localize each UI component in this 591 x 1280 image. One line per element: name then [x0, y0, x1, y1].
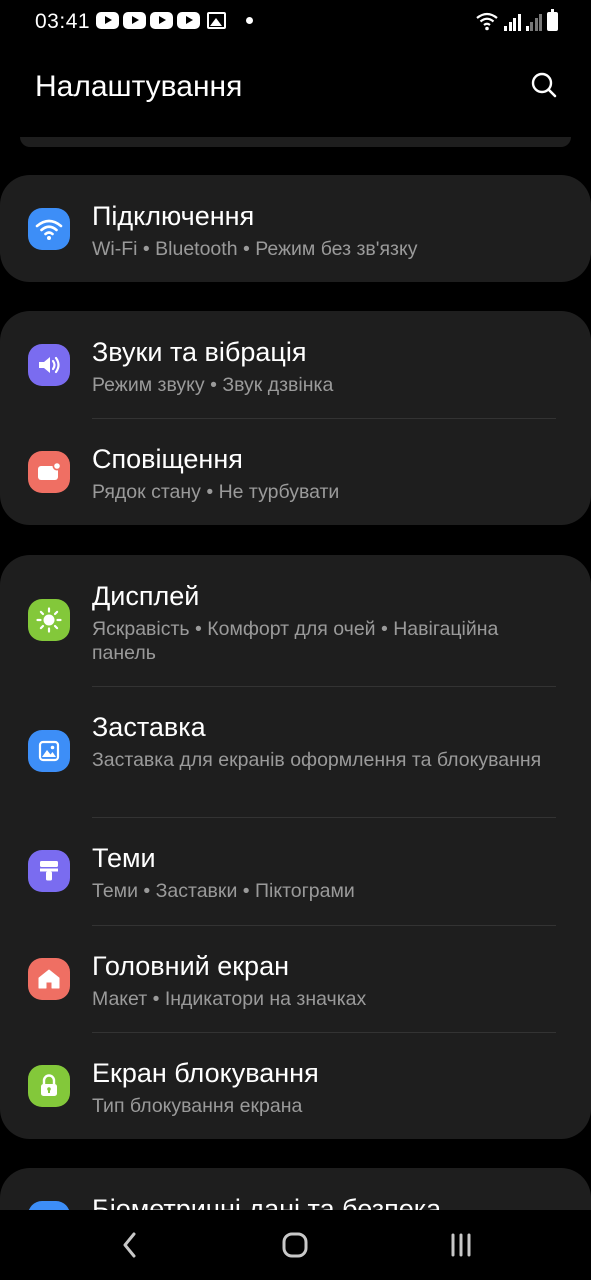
- settings-item-title: Сповіщення: [92, 444, 243, 474]
- settings-item-display[interactable]: Дисплей Яскравість • Комфорт для очей • …: [0, 555, 591, 686]
- settings-group-sounds: Звуки та вібрація Режим звуку • Звук дзв…: [0, 311, 591, 525]
- back-button[interactable]: [108, 1228, 152, 1262]
- notification-icon: [28, 451, 70, 493]
- navigation-bar: [0, 1210, 591, 1280]
- home-button-icon: [282, 1232, 308, 1258]
- brightness-icon: [28, 599, 70, 641]
- settings-item-subtitle: Тип блокування екрана: [92, 1095, 303, 1117]
- settings-group-connections: Підключення Wi-Fi • Bluetooth • Режим бе…: [0, 175, 591, 282]
- settings-screen: 03:41 Налаштування Підключення Wi-Fi • B…: [0, 0, 591, 1280]
- settings-item-title: Звуки та вібрація: [92, 337, 307, 367]
- system-icons: [475, 9, 558, 31]
- previous-card-edge: [20, 137, 571, 147]
- back-icon: [123, 1232, 136, 1258]
- search-icon: [531, 72, 557, 98]
- theme-brush-icon: [28, 850, 70, 892]
- settings-item-subtitle: Wi-Fi • Bluetooth • Режим без зв'язку: [92, 238, 418, 260]
- wallpaper-icon: [28, 730, 70, 772]
- settings-item-themes[interactable]: Теми Теми • Заставки • Піктограми: [0, 818, 591, 925]
- settings-item-subtitle: Теми • Заставки • Піктограми: [92, 880, 355, 902]
- status-bar: 03:41: [0, 0, 591, 44]
- recents-button[interactable]: [439, 1228, 483, 1262]
- wifi-icon: [476, 12, 498, 31]
- home-nav-button[interactable]: [273, 1228, 317, 1262]
- settings-item-subtitle: Режим звуку • Звук дзвінка: [92, 374, 334, 396]
- page-title: Налаштування: [35, 70, 243, 103]
- youtube-icon: [96, 12, 119, 29]
- notification-icons: [96, 12, 253, 29]
- settings-item-lock-screen[interactable]: Екран блокування Тип блокування екрана: [0, 1033, 591, 1139]
- wifi-icon: [28, 208, 70, 250]
- settings-item-subtitle: Рядок стану • Не турбувати: [92, 481, 340, 503]
- settings-item-title: Головний екран: [92, 951, 290, 981]
- settings-item-wallpaper[interactable]: Заставка Заставка для екранів оформлення…: [0, 687, 591, 817]
- settings-item-subtitle: Макет • Індикатори на значках: [92, 988, 367, 1010]
- settings-item-title: Заставка: [92, 712, 206, 742]
- battery-icon: [547, 9, 558, 31]
- lock-icon: [28, 1065, 70, 1107]
- youtube-icon: [150, 12, 173, 29]
- signal-icon: [504, 13, 521, 31]
- gallery-icon: [207, 12, 226, 29]
- settings-item-connections[interactable]: Підключення Wi-Fi • Bluetooth • Режим бе…: [0, 175, 591, 282]
- settings-item-title: Дисплей: [92, 581, 200, 611]
- settings-group-display: Дисплей Яскравість • Комфорт для очей • …: [0, 555, 591, 1139]
- status-time: 03:41: [35, 10, 91, 33]
- home-icon: [28, 958, 70, 1000]
- dot-icon: [246, 17, 253, 24]
- settings-item-notifications[interactable]: Сповіщення Рядок стану • Не турбувати: [0, 419, 591, 525]
- search-button[interactable]: [523, 64, 567, 108]
- settings-item-title: Екран блокування: [92, 1058, 319, 1088]
- settings-item-subtitle: Яскравість • Комфорт для очей • Навігаці…: [92, 618, 499, 664]
- settings-item-home-screen[interactable]: Головний екран Макет • Індикатори на зна…: [0, 926, 591, 1032]
- recents-icon: [451, 1233, 471, 1257]
- signal-icon: [525, 13, 542, 31]
- youtube-icon: [177, 12, 200, 29]
- settings-item-sounds[interactable]: Звуки та вібрація Режим звуку • Звук дзв…: [0, 311, 591, 418]
- settings-item-title: Підключення: [92, 201, 255, 231]
- youtube-icon: [123, 12, 146, 29]
- volume-icon: [28, 344, 70, 386]
- app-header: Налаштування: [0, 50, 591, 124]
- settings-item-subtitle: Заставка для екранів оформлення та блоку…: [92, 749, 542, 771]
- settings-item-title: Теми: [92, 843, 156, 873]
